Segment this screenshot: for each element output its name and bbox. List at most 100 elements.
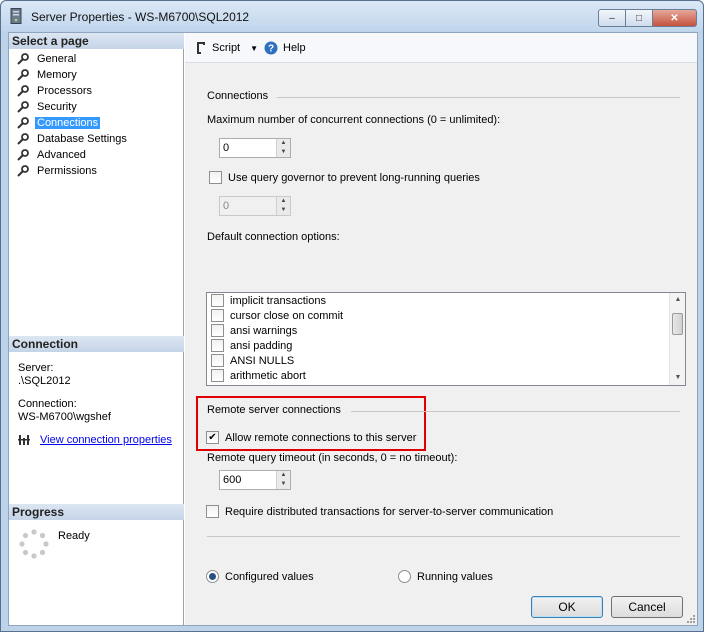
up-arrow-icon[interactable]: ▲ [277,139,290,148]
page-item-label: Memory [37,69,77,81]
page-item-connections[interactable]: Connections [17,115,129,131]
toolbar: Script ▼ ? Help [185,33,697,63]
scroll-up-icon[interactable]: ▲ [670,293,686,307]
dropdown-arrow-icon[interactable]: ▼ [250,44,258,53]
checkbox-box[interactable]: ✔ [206,431,219,444]
radio-circle[interactable] [206,570,219,583]
down-arrow-icon[interactable]: ▼ [277,480,290,489]
require-distributed-label: Require distributed transactions for ser… [225,505,554,518]
page-item-database-settings[interactable]: Database Settings [17,131,129,147]
list-item[interactable]: ansi warnings [207,323,685,338]
page-item-security[interactable]: Security [17,99,129,115]
spinner-arrows[interactable]: ▲ ▼ [276,139,290,157]
remote-timeout-value[interactable]: 600 [220,471,276,489]
checkbox-box[interactable] [209,171,222,184]
page-list: General Memory Processors Security Conne… [17,51,129,179]
group-divider [351,411,680,412]
minimize-button[interactable]: ‒ [598,9,626,27]
checkbox-box[interactable] [211,369,224,382]
configured-values-radio[interactable]: Configured values [206,570,314,583]
remote-group-label: Remote server connections [207,404,341,416]
wrench-icon [17,117,29,129]
script-icon [197,42,205,54]
checkbox-box[interactable] [211,324,224,337]
scroll-down-icon[interactable]: ▼ [670,371,686,385]
separator [207,536,680,537]
default-options-list[interactable]: implicit transactions cursor close on co… [206,292,686,386]
cancel-button[interactable]: Cancel [611,596,683,618]
page-item-permissions[interactable]: Permissions [17,163,129,179]
list-item[interactable]: arithmetic abort [207,368,685,383]
connections-group-label: Connections [207,90,269,102]
option-label: cursor close on commit [230,309,344,322]
page-item-label: Database Settings [37,133,127,145]
option-label: ansi warnings [230,324,298,337]
maximize-button[interactable]: □ [626,9,653,27]
progress-spinner-icon [19,529,49,559]
checkbox-box[interactable] [211,339,224,352]
page-item-processors[interactable]: Processors [17,83,129,99]
wrench-icon [17,69,29,81]
resize-grip-icon[interactable] [685,613,695,623]
up-arrow-icon[interactable]: ▲ [277,471,290,480]
running-values-radio[interactable]: Running values [398,570,493,583]
list-item[interactable]: implicit transactions [207,293,685,308]
page-item-label: Connections [35,117,101,129]
server-icon [10,8,22,24]
max-concurrent-value[interactable]: 0 [220,139,276,157]
option-label: ansi padding [230,339,293,352]
connection-value: WS-M6700\wgshef [18,411,111,423]
window-title: Server Properties - WS-M6700\SQL2012 [31,10,250,24]
view-connection-link[interactable]: View connection properties [40,434,172,446]
page-item-label: Permissions [37,165,97,177]
progress-status: Ready [58,530,90,542]
option-label: implicit transactions [230,294,326,307]
ok-button[interactable]: OK [531,596,603,618]
up-arrow-icon: ▲ [277,197,290,206]
connection-label: Connection: [18,398,77,410]
query-governor-value: 0 [220,197,276,215]
connection-properties-icon [18,435,30,445]
page-item-label: Security [37,101,77,113]
list-item[interactable]: ANSI NULLS [207,353,685,368]
checkbox-box[interactable] [211,354,224,367]
wrench-icon [17,165,29,177]
page-item-advanced[interactable]: Advanced [17,147,129,163]
dialog-button-bar: OK Cancel [185,593,697,625]
option-label: ANSI NULLS [230,354,295,367]
scroll-thumb[interactable] [672,313,683,335]
max-concurrent-spinner[interactable]: 0 ▲ ▼ [219,138,291,158]
wrench-icon [17,101,29,113]
vertical-scrollbar[interactable]: ▲ ▼ [669,293,685,385]
help-button[interactable]: ? Help [264,41,306,55]
list-item[interactable]: cursor close on commit [207,308,685,323]
require-distributed-checkbox[interactable]: Require distributed transactions for ser… [206,505,553,518]
remote-timeout-spinner[interactable]: 600 ▲ ▼ [219,470,291,490]
radio-dot [209,573,216,580]
checkbox-box[interactable] [211,294,224,307]
down-arrow-icon[interactable]: ▼ [277,148,290,157]
view-connection-properties[interactable]: View connection properties [18,434,172,446]
default-options-label: Default connection options: [207,231,340,243]
server-properties-window: Server Properties - WS-M6700\SQL2012 ‒ □… [0,0,704,632]
wrench-icon [17,85,29,97]
connections-page: Connections Maximum number of concurrent… [185,63,697,593]
help-icon: ? [264,41,278,55]
query-governor-checkbox[interactable]: Use query governor to prevent long-runni… [209,171,480,184]
script-button[interactable]: Script ▼ [194,41,258,55]
close-button[interactable]: ✕ [653,9,697,27]
checkbox-box[interactable] [211,309,224,322]
page-item-general[interactable]: General [17,51,129,67]
dialog-client-area: Select a page General Memory Processors … [8,32,698,626]
spinner-arrows[interactable]: ▲ ▼ [276,471,290,489]
right-pane: Script ▼ ? Help Connections Maximum numb… [185,33,697,593]
radio-circle[interactable] [398,570,411,583]
page-item-memory[interactable]: Memory [17,67,129,83]
checkbox-box[interactable] [206,505,219,518]
server-label: Server: [18,362,54,374]
server-value: .\SQL2012 [18,375,71,387]
title-bar[interactable]: Server Properties - WS-M6700\SQL2012 ‒ □… [1,1,703,31]
list-item[interactable]: ansi padding [207,338,685,353]
allow-remote-checkbox[interactable]: ✔ Allow remote connections to this serve… [206,431,416,444]
page-item-label: Processors [37,85,93,97]
